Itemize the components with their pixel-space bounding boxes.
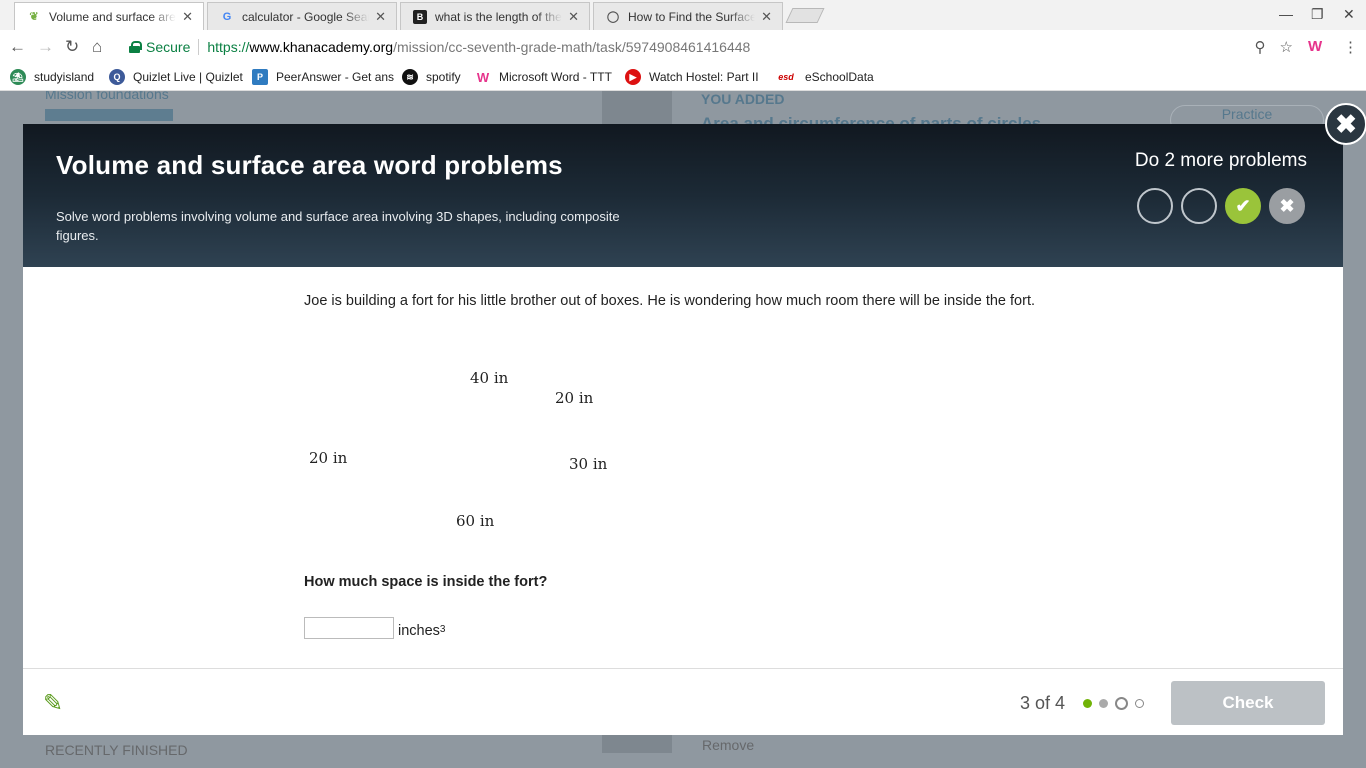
- bookmark-peeranswer[interactable]: P PeerAnswer - Get ans: [252, 69, 394, 85]
- attempt-wrong-x-icon: ✖: [1269, 188, 1305, 224]
- label-right-height: 30 in: [569, 455, 608, 473]
- browser-toolbar: ← → ↻ ⌂ Secure https:// www.khanacademy.…: [0, 30, 1366, 64]
- url-path: /mission/cc-seventh-grade-math/task/5974…: [393, 39, 751, 55]
- tab-surface-area[interactable]: ◯ How to Find the Surface ✕: [593, 2, 783, 30]
- word-icon: W: [476, 69, 490, 85]
- bookmark-studyisland[interactable]: ⛱ studyisland: [10, 69, 94, 85]
- secure-label: Secure: [146, 39, 191, 55]
- new-tab-button[interactable]: [785, 8, 825, 23]
- close-tab-icon[interactable]: ✕: [568, 9, 579, 25]
- quizlet-icon: Q: [109, 69, 125, 85]
- bookmark-spotify[interactable]: ≋ spotify: [402, 69, 461, 85]
- problem-text: Joe is building a fort for his little br…: [304, 293, 1036, 309]
- globe-icon: ◯: [606, 11, 620, 23]
- exercise-modal: Volume and surface area word problems So…: [23, 124, 1343, 735]
- progress-dot-current: [1115, 697, 1128, 710]
- attempt-indicators: ✔ ✖: [1137, 188, 1305, 224]
- answer-row: inches 3: [304, 617, 445, 639]
- url-host: www.khanacademy.org: [249, 39, 394, 55]
- exercise-title: Volume and surface area word problems: [56, 150, 563, 180]
- label-depth: 20 in: [555, 389, 594, 407]
- question-text: How much space is inside the fort?: [304, 574, 548, 590]
- lock-icon: [129, 41, 142, 53]
- extension-w-icon[interactable]: W: [1308, 38, 1322, 55]
- close-tab-icon[interactable]: ✕: [182, 9, 193, 25]
- label-top-length: 40 in: [470, 369, 509, 387]
- close-tab-icon[interactable]: ✕: [375, 9, 386, 25]
- attempt-correct-check-icon: ✔: [1225, 188, 1261, 224]
- check-button[interactable]: Check: [1171, 681, 1325, 725]
- tab-volume-surface-area[interactable]: ❦ Volume and surface area ✕: [14, 2, 204, 30]
- divider: [198, 39, 200, 55]
- address-bar[interactable]: Secure https:// www.khanacademy.org /mis…: [121, 34, 1301, 60]
- bg-mission-progress: [45, 109, 173, 121]
- bg-skill-thumbnail: [602, 91, 672, 125]
- forward-icon[interactable]: →: [37, 37, 54, 57]
- bookmark-eschooldata[interactable]: esd eSchoolData: [775, 69, 873, 85]
- bg-mission-title: Mission foundations: [45, 91, 169, 102]
- reload-icon[interactable]: ↻: [65, 37, 79, 57]
- island-icon: ⛱: [10, 69, 26, 85]
- answer-unit: inches: [398, 623, 440, 639]
- esd-icon: esd: [778, 72, 794, 82]
- minimize-icon[interactable]: —: [1279, 6, 1293, 22]
- zoom-icon[interactable]: ⚲: [1255, 38, 1266, 56]
- play-icon: ▶: [625, 69, 641, 85]
- restore-icon[interactable]: ❐: [1311, 6, 1324, 23]
- progress-dot-pending: [1135, 699, 1144, 708]
- progress-dot-done: [1083, 699, 1092, 708]
- progress-dot-done: [1099, 699, 1108, 708]
- tab-calculator[interactable]: G calculator - Google Search ✕: [207, 2, 397, 30]
- peeranswer-icon: P: [252, 69, 268, 85]
- bookmark-quizlet[interactable]: Q Quizlet Live | Quizlet: [109, 69, 243, 85]
- spotify-icon: ≋: [402, 69, 418, 85]
- progress-dots: [1083, 697, 1144, 710]
- attempt-empty: [1181, 188, 1217, 224]
- label-bottom-length: 60 in: [456, 512, 495, 530]
- close-tab-icon[interactable]: ✕: [761, 9, 772, 25]
- bg-you-added: YOU ADDED: [701, 91, 785, 107]
- url-scheme: https://: [207, 39, 250, 55]
- exercise-description: Solve word problems involving volume and…: [56, 209, 620, 243]
- close-modal-icon[interactable]: ✖: [1325, 103, 1366, 145]
- tab-length-question[interactable]: B what is the length of the ✕: [400, 2, 590, 30]
- label-left-height: 20 in: [309, 449, 348, 467]
- answer-input[interactable]: [304, 617, 394, 639]
- bookmark-hostel[interactable]: ▶ Watch Hostel: Part II: [625, 69, 759, 85]
- fort-figure: 40 in 20 in 20 in 30 in 60 in: [79, 369, 624, 567]
- tab-bar: ❦ Volume and surface area ✕ G calculator…: [0, 0, 1366, 30]
- leaf-icon: ❦: [29, 11, 39, 23]
- attempt-empty: [1137, 188, 1173, 224]
- brainly-icon: B: [413, 9, 427, 24]
- bg-remove-link: Remove: [702, 737, 755, 753]
- back-icon[interactable]: ←: [9, 37, 26, 57]
- bookmark-word[interactable]: W Microsoft Word - TTT: [475, 69, 612, 85]
- problem-counter: 3 of 4: [1020, 693, 1066, 713]
- problem-area: Joe is building a fort for his little br…: [79, 291, 1064, 639]
- remaining-problems: Do 2 more problems: [1134, 150, 1307, 171]
- modal-footer: ✎ 3 of 4 Check: [23, 668, 1343, 735]
- home-icon[interactable]: ⌂: [92, 37, 102, 57]
- google-icon: G: [222, 10, 232, 23]
- window-close-icon[interactable]: ✕: [1343, 6, 1355, 23]
- bookmarks-bar: ⛱ studyisland Q Quizlet Live | Quizlet P…: [0, 64, 1366, 91]
- bookmark-star-icon[interactable]: ☆: [1280, 38, 1293, 56]
- bg-recently-finished: RECENTLY FINISHED: [45, 742, 188, 758]
- menu-icon[interactable]: ⋮: [1343, 38, 1358, 56]
- scratchpad-pencil-icon[interactable]: ✎: [43, 689, 63, 718]
- answer-unit-exponent: 3: [439, 624, 446, 635]
- modal-header: Volume and surface area word problems So…: [23, 124, 1343, 267]
